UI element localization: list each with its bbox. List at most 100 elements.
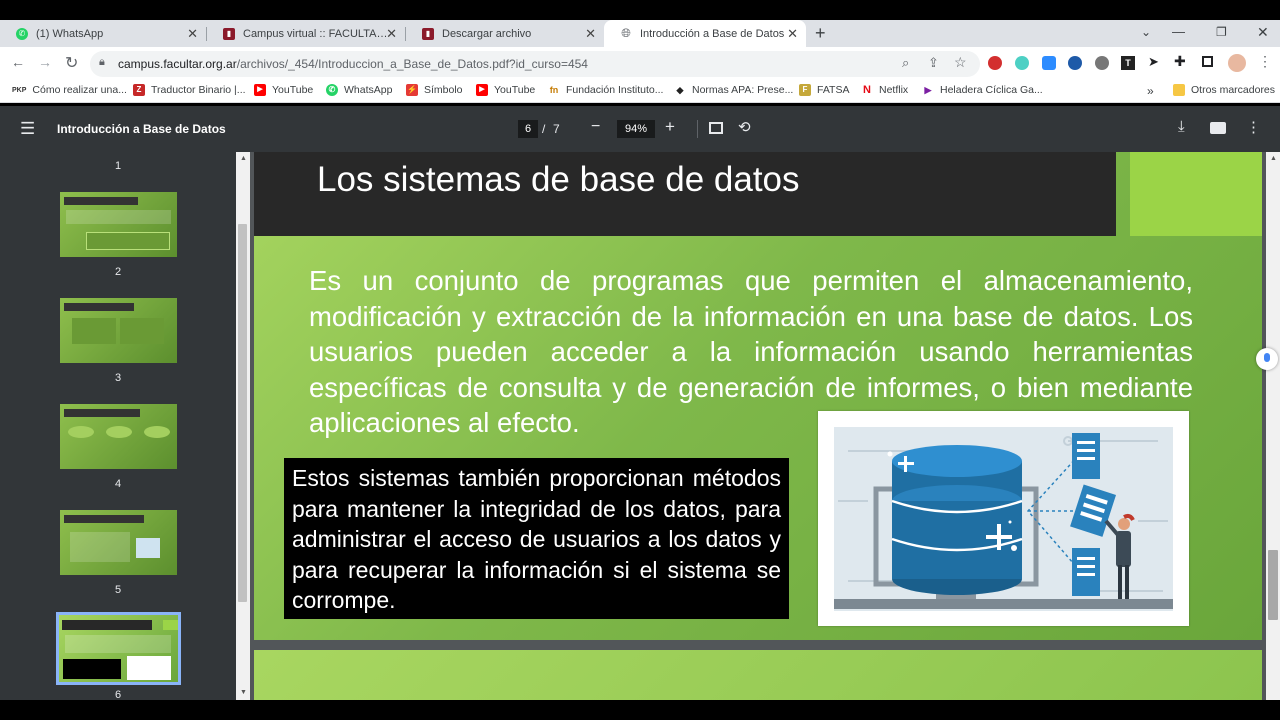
browser-menu-icon[interactable]: ⋮ (1258, 53, 1272, 70)
zoom-icon[interactable]: ⌕ (902, 55, 909, 71)
scroll-down-icon[interactable]: ▼ (240, 689, 247, 696)
pdf-toolbar: ☰ Introducción a Base de Datos 6 / 7 − 9… (0, 106, 1280, 152)
campus-icon: ▮ (223, 27, 235, 40)
browser-toolbar: ← → ↻ 🔒︎ campus.facultar.org.ar/archivos… (0, 47, 1280, 80)
close-window-icon[interactable]: ✕ (1257, 24, 1269, 41)
side-panel-icon[interactable] (1202, 56, 1213, 67)
profile-avatar[interactable] (1228, 54, 1246, 72)
more-bookmarks-icon[interactable]: » (1147, 84, 1154, 98)
extensions-puzzle-icon[interactable]: ✚ (1174, 53, 1186, 70)
restore-icon[interactable]: ❐ (1216, 25, 1227, 39)
lightning-icon: ⚡ (406, 84, 418, 96)
bookmark-item[interactable]: ✆ WhatsApp (326, 84, 392, 96)
forward-icon[interactable]: → (38, 54, 52, 70)
fit-page-icon[interactable] (709, 122, 723, 134)
bookmark-item[interactable]: ⚡ Símbolo (406, 84, 463, 96)
thumbnail-number: 3 (114, 372, 122, 384)
thumbnail-sidebar: 1 2 3 4 5 6 (0, 152, 236, 700)
bookmark-item[interactable]: Z Traductor Binario |... (133, 84, 246, 96)
tab-campus-virtual[interactable]: ▮ Campus virtual :: FACULTAR [Mat ✕ (207, 20, 405, 47)
url-domain: campus.facultar.org.ar (118, 57, 237, 71)
lock-icon[interactable]: 🔒︎ (99, 56, 105, 69)
page-thumbnail-4[interactable] (60, 404, 177, 469)
tab-strip: ✆ (1) WhatsApp ✕ ▮ Campus virtual :: FAC… (0, 20, 1280, 47)
bookmark-item[interactable]: F FATSA (799, 84, 849, 96)
bookmark-item[interactable]: PKP Cómo realizar una... (12, 84, 127, 96)
bookmark-item[interactable]: ▶ YouTube (254, 84, 313, 96)
tab-whatsapp[interactable]: ✆ (1) WhatsApp ✕ (0, 20, 206, 47)
bookmark-label: Traductor Binario |... (151, 84, 246, 96)
close-tab-icon[interactable]: ✕ (187, 26, 198, 42)
tab-descargar-archivo[interactable]: ▮ Descargar archivo ✕ (406, 20, 604, 47)
pdf-viewer: Los sistemas de base de datos Es un conj… (250, 152, 1266, 700)
extension-shield-icon[interactable] (1068, 56, 1082, 70)
menu-icon[interactable]: ☰ (20, 119, 35, 139)
bookmark-label: YouTube (494, 84, 536, 96)
microphone-icon[interactable] (1256, 348, 1278, 370)
thumb-header (64, 409, 140, 417)
sidebar-scroll-thumb[interactable] (238, 224, 247, 602)
slide-text-box: Estos sistemas también proporcionan méto… (284, 458, 789, 619)
bookmark-label: Cómo realizar una... (32, 84, 127, 96)
new-tab-icon[interactable]: + (815, 23, 826, 44)
viewer-scrollbar[interactable]: ▲ (1256, 152, 1280, 700)
bookmark-label: FATSA (817, 84, 850, 96)
bookmark-item[interactable]: ▶ YouTube (476, 84, 535, 96)
close-tab-icon[interactable]: ✕ (787, 26, 798, 42)
close-tab-icon[interactable]: ✕ (585, 26, 596, 42)
url-text: campus.facultar.org.ar/archivos/_454/Int… (118, 57, 588, 71)
page-thumbnail-5[interactable] (60, 510, 177, 575)
bookmark-item[interactable]: ◆ Normas APA: Prese... (674, 84, 793, 96)
bookmark-item[interactable]: N Netflix (861, 84, 908, 96)
thumb-box (120, 318, 164, 344)
rotate-icon[interactable]: ⟲ (738, 118, 751, 136)
page-thumbnail-3[interactable] (60, 298, 177, 363)
mic-shape (1264, 353, 1270, 362)
bookmark-label: Netflix (879, 84, 909, 96)
youtube-icon: ▶ (476, 84, 488, 96)
page-thumbnail-6-selected[interactable] (56, 612, 181, 685)
extension-check-icon[interactable] (1095, 56, 1109, 70)
thumb-text (65, 635, 171, 653)
whatsapp-icon: ✆ (16, 27, 28, 40)
extension-cursor-icon[interactable]: ➤ (1148, 54, 1159, 70)
folder-icon (1173, 84, 1185, 96)
download-icon[interactable]: ⤓ (1178, 118, 1185, 135)
thumbnail-number: 2 (114, 266, 122, 278)
thumb-box (63, 659, 121, 679)
viewer-scroll-thumb[interactable] (1268, 550, 1278, 620)
address-bar[interactable]: 🔒︎ campus.facultar.org.ar/archivos/_454/… (90, 51, 980, 77)
page-thumbnail-2[interactable] (60, 192, 177, 257)
fatsa-icon: F (799, 84, 811, 96)
print-icon[interactable] (1210, 122, 1226, 134)
thumb-box (72, 318, 116, 344)
zoom-input[interactable]: 94% (617, 120, 655, 138)
zoom-extension-icon[interactable] (1042, 56, 1056, 70)
zoom-in-icon[interactable]: + (665, 117, 675, 137)
extension-teal-icon[interactable] (1015, 56, 1029, 70)
thumb-oval (106, 426, 132, 438)
back-icon[interactable]: ← (11, 54, 25, 70)
tab-introduccion-base-datos[interactable]: 🌐︎ Introducción a Base de Datos ✕ (604, 20, 806, 47)
reload-icon[interactable]: ↻ (65, 53, 78, 73)
scroll-up-icon[interactable]: ▲ (240, 155, 247, 162)
thumb-image (127, 656, 171, 680)
other-bookmarks-folder[interactable]: Otros marcadores (1173, 84, 1275, 96)
close-tab-icon[interactable]: ✕ (386, 26, 397, 42)
more-options-icon[interactable]: ⋮ (1246, 118, 1261, 136)
page-number-input[interactable]: 6 (518, 120, 538, 138)
sidebar-scrollbar[interactable]: ▲ ▼ (236, 152, 250, 700)
bookmark-item[interactable]: fn Fundación Instituto... (548, 84, 663, 96)
thumb-box (86, 232, 170, 250)
share-icon[interactable]: ⇪ (928, 55, 939, 71)
minimize-icon[interactable]: — (1172, 24, 1185, 39)
bookmark-item[interactable]: ▶ Heladera Cíclica Ga... (922, 84, 1043, 96)
extension-red-icon[interactable] (988, 56, 1002, 70)
extension-t-icon[interactable]: T (1121, 56, 1135, 70)
zoom-out-icon[interactable]: − (591, 118, 600, 136)
scroll-up-icon[interactable]: ▲ (1270, 155, 1277, 162)
tab-search-icon[interactable]: ⌄ (1141, 25, 1151, 39)
thumbnail-number: 1 (114, 160, 122, 172)
bookmark-label: Otros marcadores (1191, 84, 1276, 96)
bookmark-star-icon[interactable]: ☆ (954, 54, 967, 71)
